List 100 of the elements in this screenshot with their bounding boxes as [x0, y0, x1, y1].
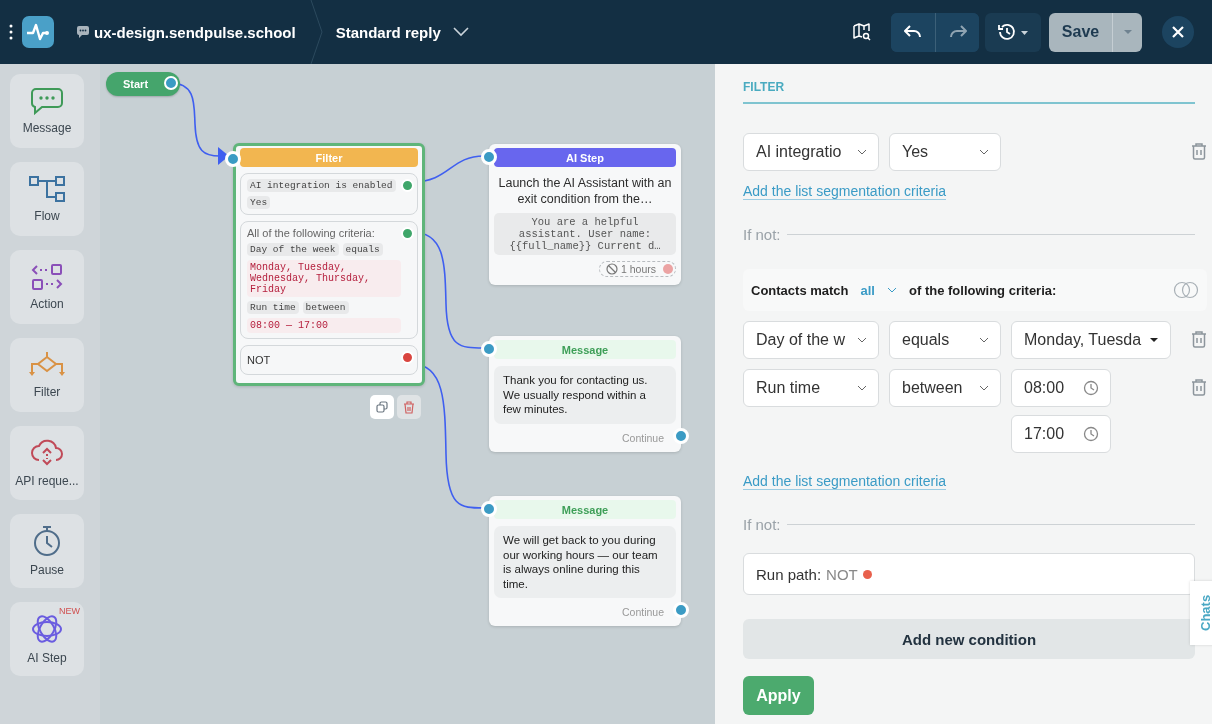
history-icon [997, 23, 1029, 41]
chevron-down-icon [857, 149, 867, 155]
run-path-label: Run path: [756, 565, 822, 583]
flowchart-icon [29, 175, 65, 203]
run-path-value: NOT [826, 565, 858, 583]
node-header: Message [494, 340, 676, 359]
time-field[interactable]: 08:00 [1011, 369, 1111, 407]
timeout-port[interactable] [663, 264, 673, 274]
if-not-label: If not: [743, 516, 781, 533]
continue-label: Continue [621, 431, 664, 444]
panel-title: FILTER [743, 80, 1195, 104]
breadcrumb-divider [309, 0, 324, 64]
output-port[interactable] [164, 76, 178, 90]
value-dropdown[interactable]: Yes [889, 133, 1001, 171]
not-branch-label: NOT [247, 353, 272, 368]
prompt-preview: You are a helpful assistant. User name: {{full_name}} Current d… [494, 213, 676, 255]
block-label: Flow [34, 209, 60, 223]
condition-tag: AI integration is enabled [247, 179, 396, 192]
field-dropdown[interactable]: Run time [743, 369, 879, 407]
message-node[interactable]: Message Thank you for contacting us. We usually respond within a few minutes. Continue [489, 336, 681, 452]
chevron-down-icon [979, 149, 989, 155]
node-header: AI Step [494, 148, 676, 167]
run-path-field[interactable]: Run path: NOT [743, 553, 1195, 595]
status-dot[interactable] [401, 179, 414, 192]
pulse-logo-icon[interactable] [22, 16, 54, 48]
clock-icon [1083, 426, 1099, 442]
condition-tag: between [302, 301, 349, 314]
ai-step-node[interactable]: AI Step Launch the AI Assistant with an exit condition from the… You are a helpful assistant. User name: {{full_name}} Current d… 1 hours [489, 144, 681, 285]
redo-button[interactable] [935, 12, 979, 52]
cloud-icon [30, 438, 64, 468]
chevron-down-icon [979, 385, 989, 391]
atom-icon [31, 613, 63, 645]
block-palette-item[interactable]: Pause [10, 514, 84, 588]
condition-tag: equals [342, 243, 383, 256]
message-node[interactable]: Message We will get back to you during our working hours — our team is always online during this time. Continue [489, 496, 681, 626]
block-label: Pause [30, 563, 64, 577]
chevron-down-icon [887, 287, 897, 293]
new-label: NEW [59, 606, 80, 616]
intersect-circles-icon[interactable] [1173, 281, 1199, 299]
more-icon[interactable] [9, 24, 13, 40]
time-field[interactable]: 17:00 [1011, 415, 1111, 453]
output-port[interactable] [673, 602, 689, 618]
filter-node[interactable]: Filter AI integration is enabled Yes All of the following criteria: Day of the week equals Monday, Tuesday, Wednesday, Thursday, Friday Run time between 08:00 — 17:00 NOT [233, 143, 425, 386]
close-button[interactable] [1162, 16, 1194, 48]
block-label: Message [22, 121, 72, 135]
input-port[interactable] [481, 341, 497, 357]
block-label: API reque... [15, 474, 79, 488]
block-label: Filter [33, 385, 61, 399]
condition-value: 08:00 — 17:00 [247, 318, 401, 333]
input-port[interactable] [481, 501, 497, 517]
save-options-button[interactable] [1112, 12, 1142, 52]
node-header: Filter [240, 148, 418, 167]
save-button[interactable]: Save [1049, 12, 1112, 52]
workspace-name[interactable]: ux-design.sendpulse.school [94, 23, 296, 41]
chat-bubble-icon [30, 87, 64, 115]
map-search-icon[interactable] [853, 23, 871, 41]
if-not-label: If not: [743, 226, 781, 243]
block-palette-item[interactable]: Message [10, 74, 84, 148]
clock-icon [1083, 380, 1099, 396]
block-palette-item[interactable]: NEW AI Step [10, 602, 84, 676]
status-dot[interactable] [401, 351, 414, 364]
duplicate-button[interactable] [370, 395, 394, 419]
trash-icon[interactable] [1191, 331, 1207, 348]
node-header: Message [494, 500, 676, 519]
operator-dropdown[interactable]: equals [889, 321, 1001, 359]
trash-icon[interactable] [1191, 379, 1207, 396]
continue-label: Continue [621, 606, 664, 618]
block-label: Action [30, 297, 64, 311]
match-label: Contacts match [751, 282, 849, 298]
condition-tag: Day of the week [247, 243, 339, 256]
stopwatch-icon [32, 525, 62, 557]
redo-icon [948, 25, 967, 39]
flow-name[interactable]: Standard reply [335, 23, 441, 41]
field-dropdown[interactable]: AI integratio [743, 133, 879, 171]
block-label: AI Step [27, 651, 67, 665]
block-palette-item[interactable]: API reque... [10, 426, 84, 500]
block-palette-item[interactable]: Action [10, 250, 84, 324]
trash-icon [403, 400, 415, 414]
node-description: Launch the AI Assistant with an exit condition from the… [498, 175, 672, 207]
caret-down-icon [1149, 337, 1159, 343]
chevron-down-icon [979, 337, 989, 343]
match-label: of the following criteria: [909, 282, 1057, 298]
history-button[interactable] [985, 12, 1041, 52]
caret-down-icon [1122, 29, 1133, 35]
trash-icon[interactable] [1191, 143, 1207, 160]
chevron-down-icon [857, 385, 867, 391]
chevron-down-icon[interactable] [452, 27, 469, 37]
add-condition-button[interactable]: Add new condition [743, 619, 1195, 659]
field-dropdown[interactable]: Day of the w [743, 321, 879, 359]
block-palette-item[interactable]: Filter [10, 338, 84, 412]
days-dropdown[interactable]: Monday, Tuesda [1011, 321, 1171, 359]
input-port[interactable] [481, 149, 497, 165]
delete-button[interactable] [397, 395, 421, 419]
operator-dropdown[interactable]: between [889, 369, 1001, 407]
status-dot[interactable] [401, 227, 414, 240]
action-icon [31, 263, 63, 291]
input-port[interactable] [225, 151, 241, 167]
close-icon [1171, 25, 1185, 39]
condition-tag: Yes [247, 196, 271, 209]
block-palette-item[interactable]: Flow [10, 162, 84, 236]
